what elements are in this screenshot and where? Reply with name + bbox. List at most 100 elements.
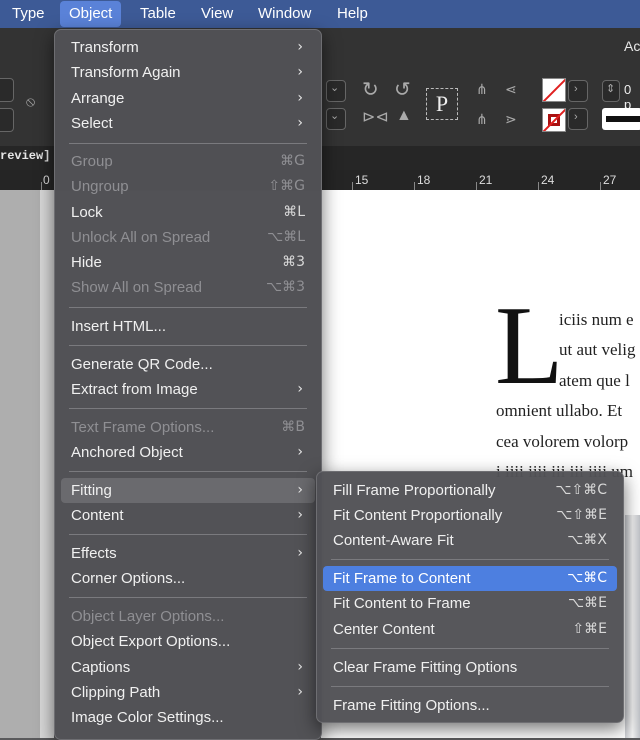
- rotate-cw-icon[interactable]: ↻: [362, 80, 379, 100]
- menu-table[interactable]: Table: [131, 0, 185, 28]
- rotation-dropdown[interactable]: ⌄: [326, 80, 346, 102]
- menu-item-arrange[interactable]: Arrange ›: [61, 86, 315, 111]
- menu-item-text-frame-options[interactable]: Text Frame Options... ⌘B: [61, 415, 315, 440]
- menu-separator: [331, 559, 609, 560]
- rotate-ccw-icon[interactable]: ↺: [394, 80, 411, 100]
- menu-item-transform[interactable]: Transform ›: [61, 35, 315, 60]
- menu-item-image-color-settings[interactable]: Image Color Settings...: [61, 705, 315, 730]
- ruler-label: 24: [541, 173, 555, 187]
- ruler-tick: [476, 182, 477, 190]
- placed-image[interactable]: [625, 515, 640, 738]
- menu-item-content-aware-fit[interactable]: Content-Aware Fit ⌥⌘X: [323, 528, 617, 553]
- body-text-line: iciis num e: [559, 310, 634, 329]
- menu-item-show-all[interactable]: Show All on Spread ⌥⌘3: [61, 275, 315, 300]
- menu-item-effects[interactable]: Effects ›: [61, 541, 315, 566]
- chevron-right-icon: ›: [297, 444, 303, 460]
- chevron-right-icon: ›: [297, 39, 303, 55]
- select-previous-icon[interactable]: ⋖: [505, 82, 517, 96]
- menu-item-center-content[interactable]: Center Content ⇧⌘E: [323, 617, 617, 642]
- chevron-right-icon: ›: [297, 90, 303, 106]
- body-text-line: ut aut velig: [559, 340, 636, 359]
- menu-item-anchored-object[interactable]: Anchored Object ›: [61, 440, 315, 465]
- menu-bar: Type Object Table View Window Help: [0, 0, 640, 28]
- ruler-label: 0: [43, 173, 50, 187]
- menu-item-object-layer-options[interactable]: Object Layer Options...: [61, 604, 315, 629]
- ruler-label: 18: [417, 173, 431, 187]
- menu-item-corner-options[interactable]: Corner Options...: [61, 566, 315, 591]
- y-field[interactable]: [0, 108, 14, 132]
- menu-separator: [69, 534, 307, 535]
- menu-item-clear-frame-fitting-options[interactable]: Clear Frame Fitting Options: [323, 655, 617, 680]
- pasteboard: [40, 190, 54, 738]
- body-text-line: cea volorem volorp: [496, 432, 629, 451]
- chevron-right-icon: ›: [297, 507, 303, 523]
- menu-item-insert-html[interactable]: Insert HTML...: [61, 314, 315, 339]
- ruler-label: 27: [603, 173, 617, 187]
- select-content-icon[interactable]: ⋔: [476, 112, 488, 126]
- menu-separator: [69, 597, 307, 598]
- ruler-tick: [538, 182, 539, 190]
- chevron-right-icon: ›: [297, 684, 303, 700]
- menu-item-fit-content-proportionally[interactable]: Fit Content Proportionally ⌥⇧⌘E: [323, 503, 617, 528]
- object-menu: Transform › Transform Again › Arrange › Sel…: [54, 29, 322, 740]
- flip-vertical-icon[interactable]: ▲: [396, 108, 412, 124]
- chevron-right-icon: ›: [297, 482, 303, 498]
- menu-separator: [69, 307, 307, 308]
- menu-item-fitting[interactable]: Fitting ›: [61, 478, 315, 503]
- menu-separator: [331, 686, 609, 687]
- menu-item-lock[interactable]: Lock ⌘L: [61, 200, 315, 225]
- vertical-ruler: [0, 190, 40, 738]
- ruler-tick: [600, 182, 601, 190]
- menu-type[interactable]: Type: [3, 0, 54, 28]
- frame-type-icon[interactable]: P: [426, 88, 458, 120]
- menu-help[interactable]: Help: [328, 0, 377, 28]
- drop-cap: L: [495, 284, 564, 408]
- menu-separator: [69, 408, 307, 409]
- menu-separator: [331, 648, 609, 649]
- x-field[interactable]: [0, 78, 14, 102]
- menu-item-captions[interactable]: Captions ›: [61, 655, 315, 680]
- menu-item-frame-fitting-options[interactable]: Frame Fitting Options...: [323, 693, 617, 718]
- chevron-right-icon: ›: [297, 115, 303, 131]
- menu-item-fit-content-to-frame[interactable]: Fit Content to Frame ⌥⌘E: [323, 591, 617, 616]
- menu-item-extract-from-image[interactable]: Extract from Image ›: [61, 377, 315, 402]
- menu-separator: [69, 345, 307, 346]
- stroke-dropdown[interactable]: ›: [568, 108, 588, 130]
- fitting-submenu: Fill Frame Proportionally ⌥⇧⌘C Fit Conten…: [316, 471, 624, 723]
- menu-item-content[interactable]: Content ›: [61, 503, 315, 528]
- ruler-tick: [414, 182, 415, 190]
- body-text-line: atem que l: [559, 371, 630, 390]
- menu-item-select[interactable]: Select ›: [61, 111, 315, 136]
- chevron-right-icon: ›: [297, 64, 303, 80]
- stroke-weight-stepper[interactable]: ⇕: [602, 80, 620, 102]
- select-container-icon[interactable]: ⋔: [476, 82, 488, 96]
- shear-dropdown[interactable]: ⌄: [326, 108, 346, 130]
- menu-item-fit-frame-to-content[interactable]: Fit Frame to Content ⌥⌘C: [323, 566, 617, 591]
- menu-item-generate-qr[interactable]: Generate QR Code...: [61, 352, 315, 377]
- menu-item-hide[interactable]: Hide ⌘3: [61, 250, 315, 275]
- menu-item-clipping-path[interactable]: Clipping Path ›: [61, 680, 315, 705]
- constrain-proportions-icon[interactable]: ⦸: [26, 94, 35, 108]
- select-next-icon[interactable]: ⋗: [505, 112, 517, 126]
- menu-window[interactable]: Window: [249, 0, 320, 28]
- menu-separator: [69, 143, 307, 144]
- menu-item-unlock-all[interactable]: Unlock All on Spread ⌥⌘L: [61, 225, 315, 250]
- chevron-right-icon: ›: [297, 545, 303, 561]
- menu-item-transform-again[interactable]: Transform Again ›: [61, 60, 315, 85]
- flip-horizontal-icon[interactable]: ⊳⊲: [362, 110, 389, 126]
- menu-view[interactable]: View: [192, 0, 242, 28]
- menu-separator: [69, 471, 307, 472]
- menu-item-ungroup[interactable]: Ungroup ⇧⌘G: [61, 174, 315, 199]
- fill-swatch[interactable]: [542, 78, 566, 102]
- ruler-label: 21: [479, 173, 493, 187]
- body-text-line: omnient ullabo. Et: [496, 401, 623, 420]
- menu-object[interactable]: Object: [60, 1, 122, 27]
- stroke-type-field[interactable]: [602, 108, 640, 130]
- menu-item-object-export-options[interactable]: Object Export Options...: [61, 629, 315, 654]
- document-tab[interactable]: review]: [0, 149, 50, 163]
- control-panel-title: Ac: [624, 38, 640, 54]
- menu-item-group[interactable]: Group ⌘G: [61, 149, 315, 174]
- fill-dropdown[interactable]: ›: [568, 80, 588, 102]
- stroke-swatch[interactable]: [542, 108, 566, 132]
- menu-item-fill-frame-proportionally[interactable]: Fill Frame Proportionally ⌥⇧⌘C: [323, 478, 617, 503]
